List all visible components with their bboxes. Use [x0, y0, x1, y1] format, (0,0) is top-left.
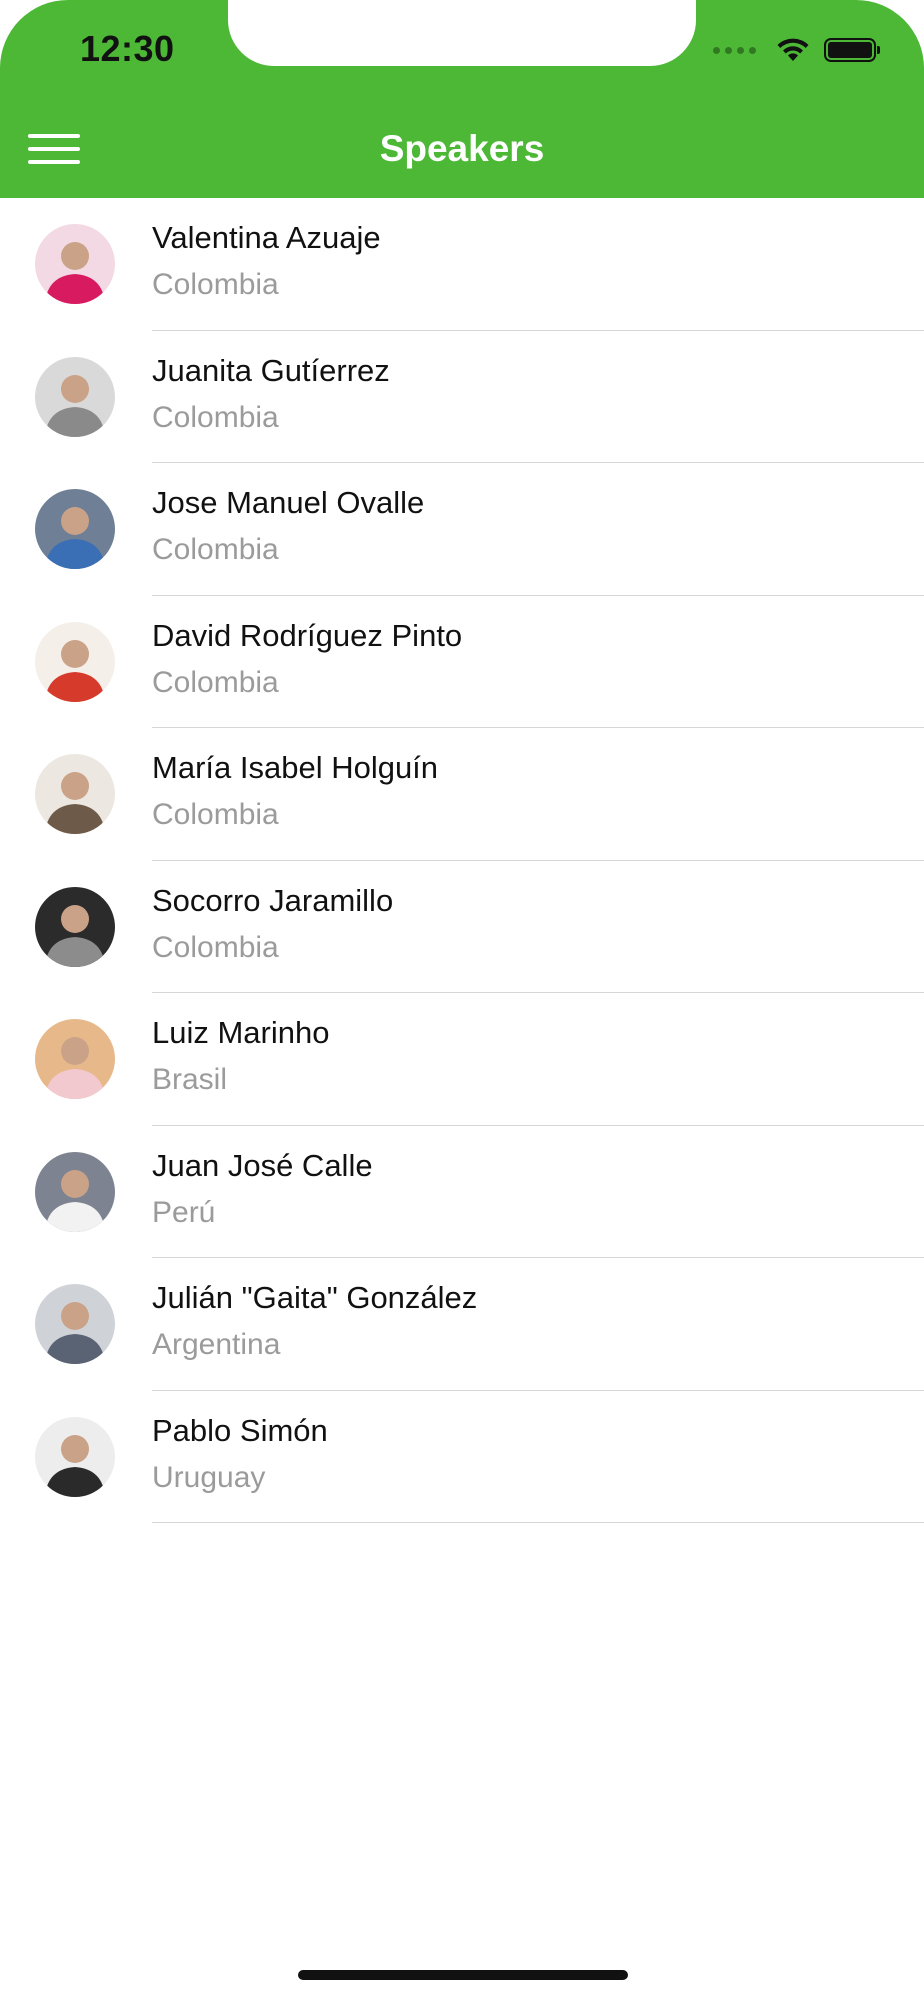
avatar [35, 356, 115, 437]
speaker-name: David Rodríguez Pinto [152, 617, 463, 653]
list-item[interactable]: Valentina Azuaje Colombia [0, 198, 924, 331]
row-divider [152, 1522, 924, 1523]
speaker-country: Argentina [152, 1328, 281, 1361]
device-notch [228, 0, 696, 66]
nav-header: 12:30 Speakers [0, 0, 924, 198]
speaker-name: Julián "Gaita" González [152, 1280, 478, 1315]
speaker-name: Socorro Jaramillo [152, 882, 394, 918]
page-title: Speakers [379, 128, 545, 169]
list-item[interactable]: María Isabel Holguín Colombia [0, 728, 924, 861]
avatar [35, 754, 115, 834]
speaker-country: Perú [152, 1195, 216, 1229]
list-item[interactable]: Julián "Gaita" González Argentina [0, 1258, 924, 1391]
wifi-icon [777, 38, 809, 61]
speaker-name: Juan José Calle [152, 1147, 373, 1183]
speaker-name: Luiz Marinho [152, 1015, 330, 1050]
list-item[interactable]: Juan José Calle Perú [0, 1126, 924, 1258]
list-item[interactable]: Socorro Jaramillo Colombia [0, 861, 924, 993]
list-item[interactable]: Luiz Marinho Brasil [0, 993, 924, 1126]
speaker-name: Jose Manuel Ovalle [152, 485, 425, 520]
speaker-country: Colombia [152, 400, 279, 434]
avatar [35, 1284, 115, 1364]
avatar [35, 224, 115, 304]
list-item[interactable]: David Rodríguez Pinto Colombia [0, 596, 924, 728]
speaker-country: Colombia [152, 533, 279, 566]
status-icons [713, 34, 880, 66]
battery-icon [824, 38, 880, 62]
avatar [35, 489, 115, 569]
cellular-signal-icon [713, 46, 756, 54]
list-item[interactable]: Jose Manuel Ovalle Colombia [0, 463, 924, 596]
speaker-country: Colombia [152, 930, 279, 964]
speaker-country: Colombia [152, 268, 279, 301]
avatar [35, 1416, 115, 1497]
speaker-name: Pablo Simón [152, 1412, 328, 1448]
speaker-name: María Isabel Holguín [152, 750, 439, 785]
speaker-country: Uruguay [152, 1460, 266, 1494]
home-indicator [298, 1970, 628, 1980]
speakers-screen: 12:30 Speakers Valentina Azuaje Colombia J… [0, 0, 924, 2000]
avatar [35, 886, 115, 967]
list-item[interactable]: Pablo Simón Uruguay [0, 1391, 924, 1523]
speaker-country: Brasil [152, 1063, 228, 1096]
speaker-country: Colombia [152, 665, 279, 699]
speaker-name: Juanita Gutíerrez [152, 352, 390, 388]
status-time: 12:30 [80, 28, 175, 69]
avatar [35, 1019, 115, 1099]
speaker-name: Valentina Azuaje [152, 220, 381, 255]
speaker-list: Valentina Azuaje Colombia Juanita Gutíerre… [0, 198, 924, 1523]
avatar [35, 1151, 115, 1232]
list-item[interactable]: Juanita Gutíerrez Colombia [0, 331, 924, 463]
speaker-country: Colombia [152, 798, 279, 831]
avatar [35, 621, 115, 702]
